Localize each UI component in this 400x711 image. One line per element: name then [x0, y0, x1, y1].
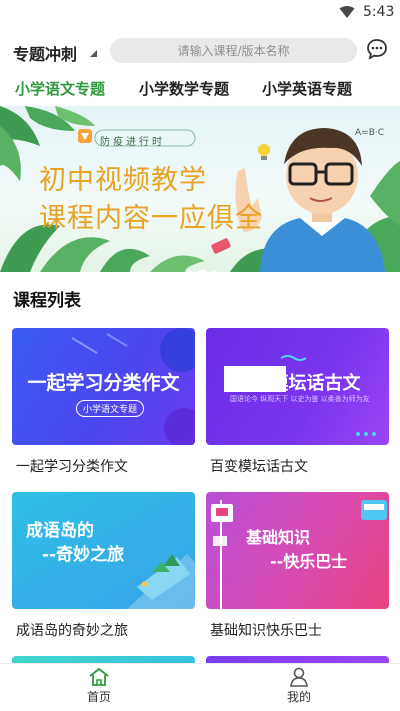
- course-card[interactable]: 百变模坛话古文 国语论今 纵观天下 以史为鉴 以柔善为师为友 百变模坛话古文: [206, 328, 389, 475]
- thumb-subtitle: 小学语文专题: [76, 400, 145, 417]
- thumb-title-2: --奇妙之旅: [42, 545, 125, 565]
- bottom-navigation: 首页 我的: [0, 663, 400, 711]
- thumb-title-2: --快乐巴士: [270, 552, 348, 571]
- banner-dot[interactable]: [187, 270, 193, 272]
- top-header: 专题冲刺: [0, 30, 400, 72]
- subject-tabs: 小学语文专题 小学数学专题 小学英语专题: [0, 72, 400, 106]
- nav-home[interactable]: 首页: [69, 667, 129, 705]
- nav-profile-label: 我的: [286, 690, 311, 704]
- course-thumbnail[interactable]: 一起学习分类作文 小学语文专题: [12, 328, 195, 445]
- tab-math[interactable]: 小学数学专题: [139, 78, 229, 99]
- thumb-title-1: 成语岛的: [26, 521, 94, 541]
- banner-dot[interactable]: [197, 270, 207, 272]
- wifi-icon: [339, 6, 355, 18]
- banner-tag: 防疫进行时: [100, 137, 165, 148]
- dropdown-caret-icon[interactable]: [90, 50, 97, 57]
- status-time: 5:43: [363, 4, 395, 20]
- banner-pagination: [185, 261, 219, 272]
- search-input[interactable]: [110, 38, 357, 63]
- thumb-subtitle: 国语论今 纵观天下 以史为鉴 以柔善为师为友: [230, 395, 370, 403]
- nav-profile[interactable]: 我的: [269, 667, 329, 705]
- course-thumbnail[interactable]: 成语岛的 --奇妙之旅: [12, 492, 195, 609]
- thumb-title: 一起学习分类作文: [27, 372, 180, 394]
- promo-banner[interactable]: 防疫进行时 初中视频教学 课程内容一应俱全 A=B·C: [0, 106, 400, 272]
- course-card[interactable]: 基础知识 --快乐巴士 基础知识快乐巴士: [206, 492, 389, 639]
- app-screen: 5:43 专题冲刺 小学语文专题 小学数学专题 小学英语专题: [0, 0, 400, 711]
- chat-bubble-icon[interactable]: [366, 38, 388, 60]
- thumb-title-1: 基础知识: [246, 528, 311, 547]
- course-card[interactable]: 成语岛的 --奇妙之旅 成语岛的奇妙之旅: [12, 492, 195, 639]
- tab-chinese[interactable]: 小学语文专题: [15, 78, 105, 99]
- user-icon[interactable]: [288, 667, 310, 687]
- course-title[interactable]: 成语岛的奇妙之旅: [16, 620, 128, 640]
- page-title[interactable]: 专题冲刺: [13, 41, 77, 65]
- banner-headline-2: 课程内容一应俱全: [39, 203, 263, 234]
- course-title[interactable]: 基础知识快乐巴士: [210, 620, 322, 640]
- banner-headline-1: 初中视频教学: [39, 165, 207, 196]
- home-icon[interactable]: [88, 667, 110, 687]
- course-card[interactable]: 一起学习分类作文 小学语文专题 一起学习分类作文: [12, 328, 195, 475]
- status-bar: 5:43: [0, 0, 400, 26]
- course-title[interactable]: 百变模坛话古文: [210, 456, 308, 476]
- banner-formula: A=B·C: [355, 128, 385, 138]
- nav-home-label: 首页: [86, 690, 111, 704]
- course-thumbnail[interactable]: 基础知识 --快乐巴士: [206, 492, 389, 609]
- banner-dot[interactable]: [211, 270, 217, 272]
- search-box[interactable]: [110, 38, 357, 63]
- thumb-title: 百变模坛话古文: [234, 373, 361, 394]
- tab-english[interactable]: 小学英语专题: [262, 78, 352, 99]
- course-thumbnail[interactable]: 百变模坛话古文 国语论今 纵观天下 以史为鉴 以柔善为师为友: [206, 328, 389, 445]
- course-title[interactable]: 一起学习分类作文: [16, 456, 128, 476]
- section-title: 课程列表: [13, 291, 81, 311]
